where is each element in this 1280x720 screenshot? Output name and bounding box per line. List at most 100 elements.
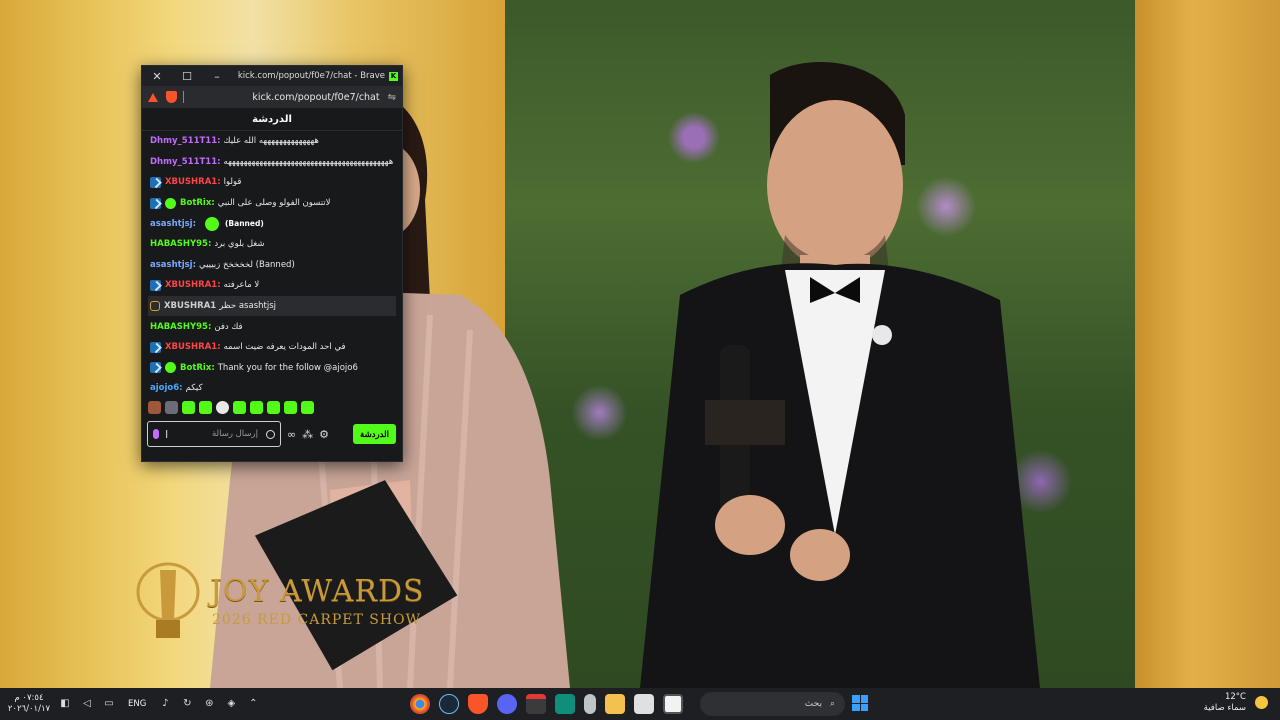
moderator-badge-icon bbox=[150, 301, 160, 312]
chrome-icon[interactable] bbox=[410, 694, 430, 714]
gear-icon[interactable]: ⚙ bbox=[319, 428, 329, 441]
chat-message-text: فك دفن bbox=[214, 321, 243, 332]
store-icon[interactable] bbox=[634, 694, 654, 714]
chat-username[interactable]: Dhmy_511T11: bbox=[150, 136, 221, 146]
chat-message-text: كيكم bbox=[185, 383, 203, 393]
minimize-window-button[interactable]: – bbox=[202, 70, 232, 83]
verified-badge-icon bbox=[150, 341, 161, 353]
shield-tray-icon[interactable]: ◈ bbox=[224, 697, 238, 711]
emote-kick-icon[interactable] bbox=[267, 400, 280, 414]
maximize-window-button[interactable]: ☐ bbox=[172, 70, 202, 83]
chat-message[interactable]: HABASHY95: شغل بلوي برد bbox=[150, 234, 394, 255]
file-explorer-icon[interactable] bbox=[605, 694, 625, 714]
weather-temperature: 12°C bbox=[1224, 692, 1246, 702]
kick-logo-icon: K bbox=[389, 71, 398, 81]
emote-kick-icon[interactable] bbox=[199, 400, 212, 414]
chat-message-list[interactable]: Dhmy_511T11: ههههههههههههههه الله عليك Dhm… bbox=[142, 131, 402, 393]
verified-badge-icon bbox=[150, 362, 161, 374]
steam-tray-icon[interactable]: ⊛ bbox=[202, 697, 216, 711]
discord-icon[interactable] bbox=[497, 694, 517, 714]
brave-shield-icon[interactable] bbox=[166, 91, 177, 103]
chat-message[interactable]: XBUSHRA1 حظر asashtjsj bbox=[148, 295, 396, 317]
chat-username[interactable]: XBUSHRA1: bbox=[165, 177, 221, 187]
brave-icon[interactable] bbox=[468, 694, 488, 714]
chat-message[interactable]: asashtjsj: (Banned) bbox=[150, 213, 394, 234]
chat-message-text: ههههههههههههههه الله عليك bbox=[223, 136, 319, 147]
window-app-icon[interactable] bbox=[663, 694, 683, 714]
chat-username[interactable]: BotRix: bbox=[180, 363, 215, 373]
steam-icon[interactable] bbox=[439, 694, 459, 714]
emote-kick-icon[interactable] bbox=[250, 400, 263, 414]
presenter-man bbox=[640, 62, 1040, 688]
emote-kick-icon[interactable] bbox=[301, 400, 314, 414]
chat-username[interactable]: BotRix: bbox=[180, 198, 215, 208]
network-icon[interactable]: ▭ bbox=[102, 697, 116, 711]
address-bar: kick.com/popout/f0e7/chat ⇋ bbox=[142, 86, 402, 108]
mod-tools-icon[interactable]: ⁂ bbox=[302, 428, 313, 441]
emoji-picker-icon[interactable] bbox=[266, 429, 275, 439]
emote-kick-icon[interactable] bbox=[182, 400, 195, 414]
sync-icon[interactable]: ↻ bbox=[180, 697, 194, 711]
brave-rewards-icon[interactable] bbox=[148, 92, 158, 102]
microphone-icon[interactable] bbox=[153, 429, 159, 439]
chat-username[interactable]: asashtjsj: bbox=[150, 260, 196, 270]
chevron-up-icon[interactable]: ⌃ bbox=[246, 697, 260, 711]
emote-kick-icon[interactable] bbox=[233, 400, 246, 414]
chat-username[interactable]: XBUSHRA1 bbox=[164, 301, 216, 311]
chat-username[interactable]: Dhmy_511T11: bbox=[150, 157, 221, 167]
chat-popout-window: ✕ ☐ – kick.com/popout/f0e7/chat - Brave … bbox=[141, 65, 403, 462]
emote-person-icon[interactable] bbox=[165, 400, 178, 414]
emote-kick-icon[interactable] bbox=[284, 400, 297, 414]
emote-face-icon[interactable] bbox=[148, 400, 161, 414]
start-button-icon[interactable] bbox=[852, 695, 868, 711]
send-chat-button[interactable]: الدردشة bbox=[353, 424, 396, 444]
search-placeholder: بحث bbox=[804, 699, 822, 709]
weather-widget[interactable]: 12°C سماء صافية bbox=[1204, 692, 1246, 714]
volume-icon[interactable]: ◁ bbox=[80, 697, 94, 711]
chat-username[interactable]: ajojo6: bbox=[150, 383, 183, 393]
chat-message[interactable]: BotRix: لاتنسون الفولو وصلى على النبي bbox=[150, 193, 394, 214]
chat-username[interactable]: HABASHY95: bbox=[150, 239, 211, 249]
recorder-icon[interactable] bbox=[526, 694, 546, 714]
chat-message[interactable]: XBUSHRA1: في احد المودات يعرفه ضيت اسمه bbox=[150, 337, 394, 358]
mouse-app-icon[interactable] bbox=[584, 694, 596, 714]
chat-message[interactable]: Dhmy_511T11: ههههههههههههههه الله عليك bbox=[150, 131, 394, 152]
chat-message-text: حظر asashtjsj bbox=[219, 301, 276, 312]
language-indicator[interactable]: ENG bbox=[128, 699, 146, 709]
chat-message[interactable]: ajojo6: كيكم bbox=[150, 378, 394, 393]
chat-message-text: في احد المودات يعرفه ضيت اسمه bbox=[223, 342, 346, 353]
mic-tray-icon[interactable]: ♪ bbox=[158, 697, 172, 711]
chat-username[interactable]: XBUSHRA1: bbox=[165, 280, 221, 290]
taskbar-clock[interactable]: ٠٧:٥٤ م ٢٠٢٦/٠١/١٧ bbox=[4, 693, 54, 715]
pinned-apps bbox=[410, 694, 683, 714]
emote-white-icon[interactable] bbox=[216, 400, 229, 414]
chat-username[interactable]: asashtjsj: bbox=[150, 219, 196, 229]
clock-time: ٠٧:٥٤ م bbox=[14, 693, 44, 703]
notification-icon[interactable]: ◧ bbox=[58, 697, 72, 711]
close-window-button[interactable]: ✕ bbox=[142, 70, 172, 83]
chat-message[interactable]: asashtjsj: لخخخخخ زبيييي (Banned) bbox=[150, 255, 394, 276]
clock-date: ٢٠٢٦/٠١/١٧ bbox=[7, 704, 51, 714]
weather-description: سماء صافية bbox=[1203, 703, 1246, 713]
chat-input-field[interactable]: I إرسال رسالة bbox=[147, 421, 281, 447]
chat-username[interactable]: HABASHY95: bbox=[150, 322, 211, 332]
window-title: kick.com/popout/f0e7/chat - Brave bbox=[237, 71, 385, 81]
chat-message[interactable]: HABASHY95: فك دفن bbox=[150, 316, 394, 337]
address-divider bbox=[183, 91, 184, 103]
infinity-icon[interactable]: ∞ bbox=[287, 428, 296, 441]
chat-message-text: هههههههههههههههههههههههههههههههههههههههه… bbox=[223, 156, 394, 167]
bot-badge-icon bbox=[165, 197, 176, 209]
chat-message[interactable]: BotRix: Thank you for the follow @ajojo6 bbox=[150, 358, 394, 379]
chat-message[interactable]: XBUSHRA1: لا ماعرفته bbox=[150, 275, 394, 296]
chat-message-text: Thank you for the follow @ajojo6 bbox=[217, 362, 358, 373]
chat-username[interactable]: XBUSHRA1: bbox=[165, 342, 221, 352]
address-url[interactable]: kick.com/popout/f0e7/chat bbox=[190, 92, 388, 103]
chat-message[interactable]: XBUSHRA1: قولوا bbox=[150, 172, 394, 193]
gold-backdrop-right bbox=[1135, 0, 1280, 688]
taskbar-search[interactable]: بحث ⌕ bbox=[700, 692, 845, 716]
chat-message[interactable]: Dhmy_511T11: هههههههههههههههههههههههههههه… bbox=[150, 152, 394, 173]
emote-quick-bar bbox=[142, 397, 402, 417]
site-settings-icon[interactable]: ⇋ bbox=[388, 92, 396, 103]
kick-app-icon[interactable] bbox=[555, 694, 575, 714]
verified-badge-icon bbox=[150, 197, 161, 209]
